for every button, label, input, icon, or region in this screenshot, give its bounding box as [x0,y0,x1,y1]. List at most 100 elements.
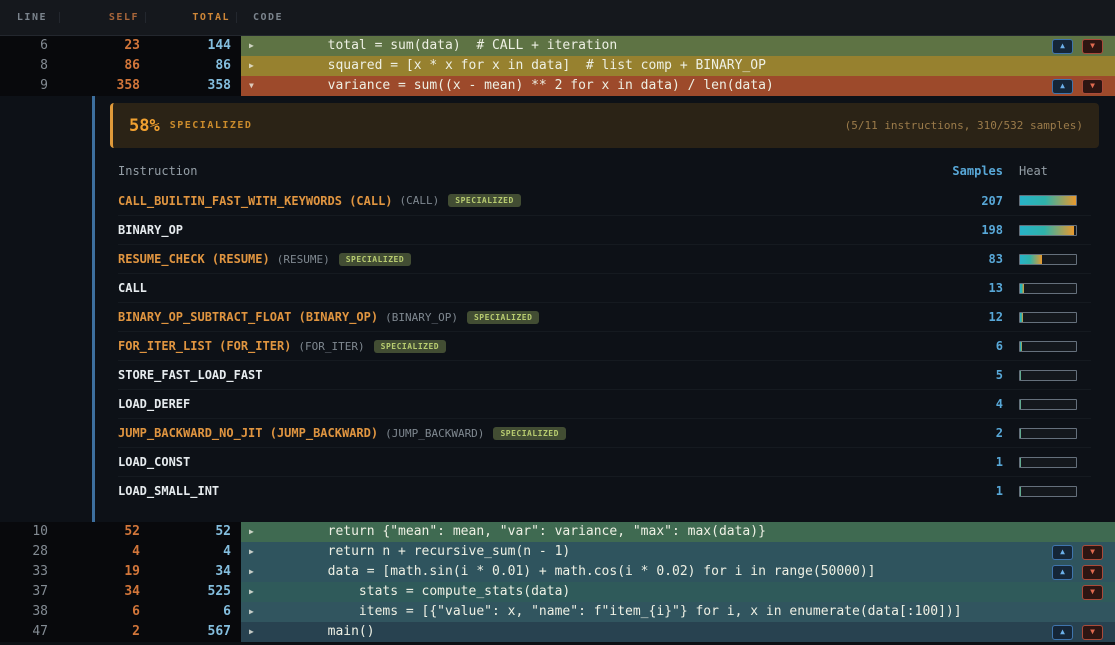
code-text: return n + recursive_sum(n - 1) [265,542,570,562]
disclosure-triangle-icon[interactable]: ▶ [249,542,265,562]
code-text: main() [265,622,375,642]
instruction-row: LOAD_DEREF 4 [118,389,1091,418]
line-number: 6 [0,36,60,56]
instruction-name: FOR_ITER_LIST (FOR_ITER) [118,339,291,353]
instruction-name: STORE_FAST_LOAD_FAST [118,368,263,382]
code-text: stats = compute_stats(data) [265,582,570,602]
samples-count: 198 [913,223,1003,237]
code-cell[interactable]: ▶ main() ▲ ▼ [237,622,1115,642]
instruction-row: FOR_ITER_LIST (FOR_ITER) (FOR_ITER) SPEC… [118,331,1091,360]
disclosure-triangle-icon[interactable]: ▶ [249,582,265,602]
code-row-line-28[interactable]: 28 4 4 ▶ return n + recursive_sum(n - 1)… [0,542,1115,562]
instruction-row: STORE_FAST_LOAD_FAST 5 [118,360,1091,389]
heat-bar [1019,428,1091,439]
total-samples: 525 [146,582,237,602]
instruction-name: RESUME_CHECK (RESUME) [118,252,270,266]
total-samples: 34 [146,562,237,582]
instruction-row: CALL_BUILTIN_FAST_WITH_KEYWORDS (CALL) (… [118,186,1091,215]
jump-down-button[interactable]: ▼ [1082,39,1103,54]
code-row-line-6[interactable]: 6 23 144 ▶ total = sum(data) # CALL + it… [0,36,1115,56]
code-cell[interactable]: ▶ squared = [x * x for x in data] # list… [237,56,1115,76]
line-number: 8 [0,56,60,76]
heat-bar [1019,312,1091,323]
samples-count: 1 [913,484,1003,498]
self-samples: 4 [60,542,146,562]
code-row-line-37[interactable]: 37 34 525 ▶ stats = compute_stats(data) … [0,582,1115,602]
code-text: squared = [x * x for x in data] # list c… [265,56,766,76]
total-samples: 567 [146,622,237,642]
code-row-line-33[interactable]: 33 19 34 ▶ data = [math.sin(i * 0.01) + … [0,562,1115,582]
heat-bar [1019,486,1091,497]
jump-down-button[interactable]: ▼ [1082,585,1103,600]
specialized-percent-label: SPECIALIZED [170,120,253,131]
jump-down-button[interactable]: ▼ [1082,625,1103,640]
self-samples: 2 [60,622,146,642]
line-number: 37 [0,582,60,602]
total-samples: 144 [146,36,237,56]
disclosure-triangle-icon[interactable]: ▶ [249,56,265,76]
self-samples: 86 [60,56,146,76]
table-header: LINE SELF TOTAL CODE [0,0,1115,36]
jump-up-button[interactable]: ▲ [1052,565,1073,580]
line-number: 38 [0,602,60,622]
samples-count: 5 [913,368,1003,382]
code-text: items = [{"value": x, "name": f"item_{i}… [265,602,962,622]
jump-down-button[interactable]: ▼ [1082,545,1103,560]
heat-bar [1019,225,1091,236]
specialization-detail-text: (5/11 instructions, 310/532 samples) [845,119,1083,132]
column-header-code: CODE [237,12,1115,23]
jump-down-button[interactable]: ▼ [1082,79,1103,94]
instruction-name: BINARY_OP [118,223,183,237]
instruction-family: (FOR_ITER) [298,340,364,353]
jump-up-button[interactable]: ▲ [1052,79,1073,94]
code-cell[interactable]: ▶ items = [{"value": x, "name": f"item_{… [237,602,1115,622]
instruction-row: BINARY_OP 198 [118,215,1091,244]
total-samples: 358 [146,76,237,96]
jump-up-button[interactable]: ▲ [1052,39,1073,54]
specialized-badge: SPECIALIZED [339,253,411,266]
samples-count: 83 [913,252,1003,266]
code-cell[interactable]: ▶ data = [math.sin(i * 0.01) + math.cos(… [237,562,1115,582]
code-row-line-38[interactable]: 38 6 6 ▶ items = [{"value": x, "name": f… [0,602,1115,622]
code-cell[interactable]: ▼ variance = sum((x - mean) ** 2 for x i… [237,76,1115,96]
instruction-table-header: Instruction Samples Heat [118,156,1091,186]
self-samples: 34 [60,582,146,602]
code-text: return {"mean": mean, "var": variance, "… [265,522,766,542]
code-cell[interactable]: ▶ return {"mean": mean, "var": variance,… [237,522,1115,542]
jump-up-button[interactable]: ▲ [1052,625,1073,640]
disclosure-triangle-icon[interactable]: ▶ [249,622,265,642]
code-cell[interactable]: ▶ total = sum(data) # CALL + iteration ▲… [237,36,1115,56]
code-row-line-10[interactable]: 10 52 52 ▶ return {"mean": mean, "var": … [0,522,1115,542]
disclosure-triangle-icon[interactable]: ▼ [249,76,265,96]
code-cell[interactable]: ▶ return n + recursive_sum(n - 1) ▲ ▼ [237,542,1115,562]
total-samples: 6 [146,602,237,622]
code-row-line-9[interactable]: 9 358 358 ▼ variance = sum((x - mean) **… [0,76,1115,96]
instruction-row: BINARY_OP_SUBTRACT_FLOAT (BINARY_OP) (BI… [118,302,1091,331]
line-number: 10 [0,522,60,542]
disclosure-triangle-icon[interactable]: ▶ [249,602,265,622]
instruction-row: JUMP_BACKWARD_NO_JIT (JUMP_BACKWARD) (JU… [118,418,1091,447]
samples-count: 4 [913,397,1003,411]
instruction-row: RESUME_CHECK (RESUME) (RESUME) SPECIALIZ… [118,244,1091,273]
self-samples: 6 [60,602,146,622]
code-cell[interactable]: ▶ stats = compute_stats(data) ▼ [237,582,1115,602]
self-samples: 358 [60,76,146,96]
column-header-total: TOTAL [146,12,237,23]
disclosure-triangle-icon[interactable]: ▶ [249,36,265,56]
jump-up-button[interactable]: ▲ [1052,545,1073,560]
heat-bar [1019,457,1091,468]
code-row-line-8[interactable]: 8 86 86 ▶ squared = [x * x for x in data… [0,56,1115,76]
code-text: total = sum(data) # CALL + iteration [265,36,617,56]
specialized-percent: 58% [129,116,160,136]
disclosure-triangle-icon[interactable]: ▶ [249,562,265,582]
specialized-badge: SPECIALIZED [493,427,565,440]
specialized-badge: SPECIALIZED [448,194,520,207]
specialization-summary-banner: 58% SPECIALIZED (5/11 instructions, 310/… [110,103,1099,148]
jump-down-button[interactable]: ▼ [1082,565,1103,580]
instruction-family: (RESUME) [277,253,330,266]
instruction-name: LOAD_DEREF [118,397,190,411]
disclosure-triangle-icon[interactable]: ▶ [249,522,265,542]
code-row-line-47[interactable]: 47 2 567 ▶ main() ▲ ▼ [0,622,1115,642]
instruction-name: JUMP_BACKWARD_NO_JIT (JUMP_BACKWARD) [118,426,378,440]
instruction-name: CALL_BUILTIN_FAST_WITH_KEYWORDS (CALL) [118,194,393,208]
